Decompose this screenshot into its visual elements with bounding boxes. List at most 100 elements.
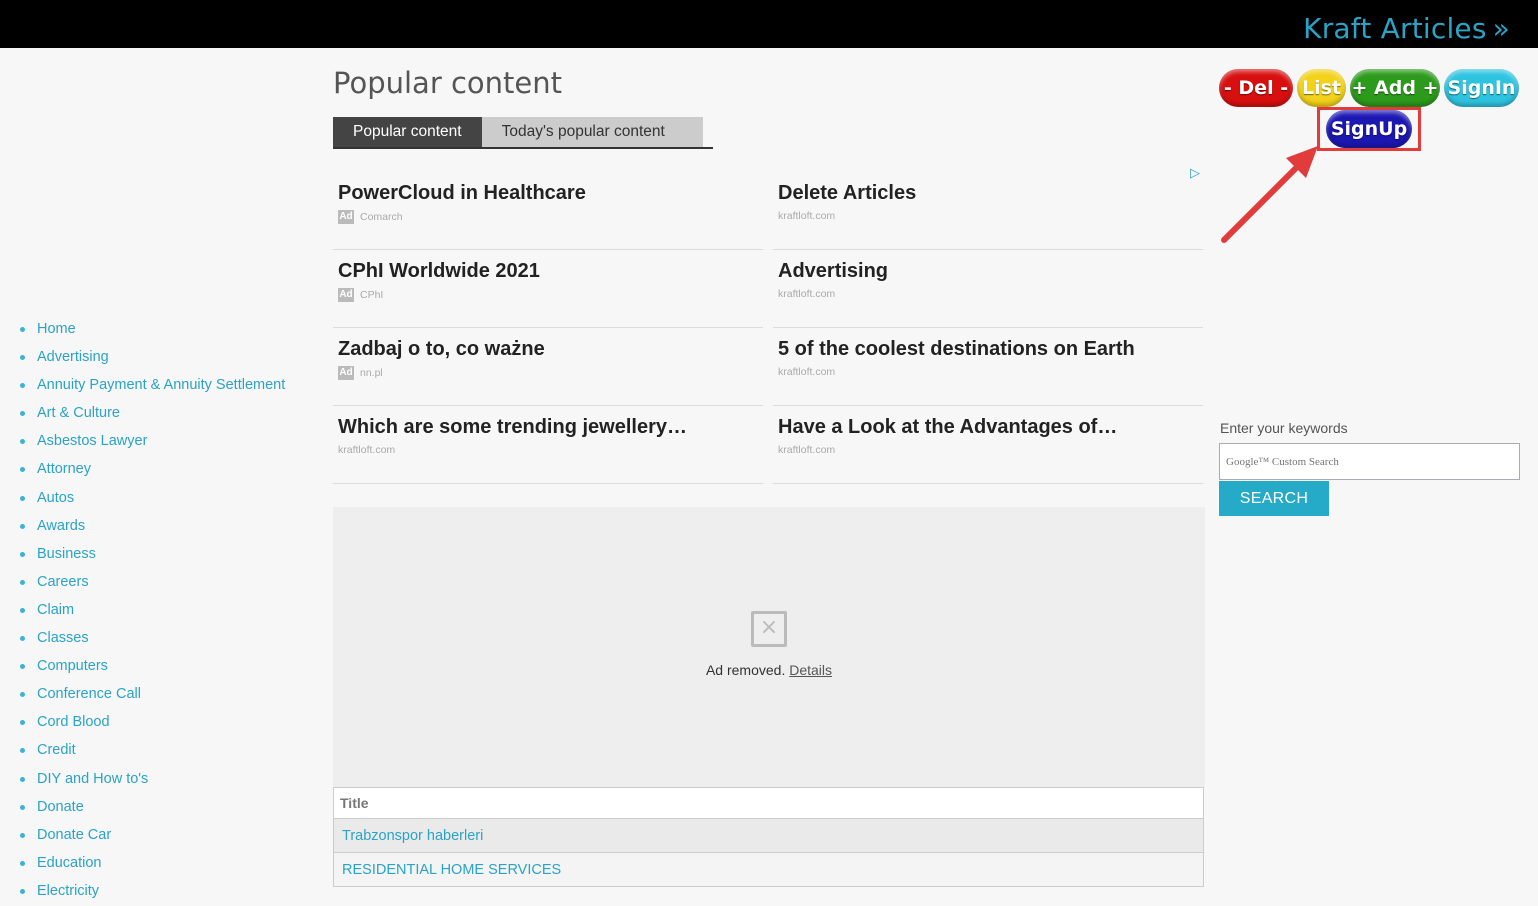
sidebar-link[interactable]: Education	[37, 855, 102, 871]
sidebar-link[interactable]: Cord Blood	[37, 714, 110, 730]
ad-title: 5 of the coolest destinations on Earth	[778, 338, 1135, 360]
ad-column-left: PowerCloud in Healthcare Ad Comarch CPhI …	[333, 172, 763, 484]
bullet-icon	[20, 411, 25, 417]
table-cell: RESIDENTIAL HOME SERVICES	[333, 852, 1204, 887]
top-bar: Kraft Articles»	[0, 0, 1538, 48]
ad-item[interactable]: 5 of the coolest destinations on Earth k…	[773, 328, 1203, 406]
ad-source-text: CPhI	[360, 289, 384, 301]
page-title: Popular content	[333, 66, 562, 100]
ad-title: Delete Articles	[778, 182, 917, 204]
sidebar-item-education: Education	[18, 850, 318, 878]
ad-badge: Ad	[338, 288, 354, 302]
bullet-icon	[20, 804, 25, 810]
keywords-label: Enter your keywords	[1220, 420, 1348, 436]
bullet-icon	[20, 720, 25, 726]
content-tabs: Popular content Today's popular content	[333, 117, 713, 149]
bullet-icon	[20, 664, 25, 670]
table-row: RESIDENTIAL HOME SERVICES	[333, 852, 1204, 887]
table-row-link[interactable]: RESIDENTIAL HOME SERVICES	[342, 862, 561, 878]
sidebar-item-classes: Classes	[18, 625, 318, 653]
sidebar-link[interactable]: Advertising	[37, 349, 109, 365]
bullet-icon	[20, 860, 25, 866]
sidebar-link[interactable]: Electricity	[37, 883, 99, 899]
bullet-icon	[20, 355, 25, 361]
ad-source-text: nn.pl	[360, 367, 383, 379]
sidebar-link[interactable]: DIY and How to's	[37, 771, 148, 787]
sidebar-item-computers: Computers	[18, 653, 318, 681]
table-cell: Trabzonspor haberleri	[333, 818, 1204, 853]
bullet-icon	[20, 636, 25, 642]
sidebar-link[interactable]: Classes	[37, 630, 89, 646]
sidebar-item-awards: Awards	[18, 513, 318, 541]
list-button[interactable]: List	[1297, 69, 1346, 107]
search-input[interactable]	[1219, 443, 1520, 480]
sidebar-item-art-culture: Art & Culture	[18, 400, 318, 428]
sidebar-link[interactable]: Conference Call	[37, 686, 141, 702]
search-button[interactable]: SEARCH	[1219, 481, 1329, 516]
sidebar-item-credit: Credit	[18, 737, 318, 765]
bullet-icon	[20, 579, 25, 585]
sidebar-item-attorney: Attorney	[18, 456, 318, 484]
sidebar-item-careers: Careers	[18, 569, 318, 597]
sidebar-link[interactable]: Credit	[37, 742, 76, 758]
sidebar-link[interactable]: Attorney	[37, 461, 91, 477]
ad-item[interactable]: Zadbaj o to, co ważne Ad nn.pl	[333, 328, 763, 406]
ad-source-text: kraftloft.com	[778, 444, 836, 456]
sidebar-link[interactable]: Awards	[37, 518, 85, 534]
ad-item[interactable]: Which are some trending jewellery… kraft…	[333, 406, 763, 484]
sidebar-link[interactable]: Asbestos Lawyer	[37, 433, 147, 449]
ad-badge: Ad	[338, 210, 354, 224]
ad-source-text: kraftloft.com	[778, 288, 836, 300]
site-title-link[interactable]: Kraft Articles»	[1303, 12, 1510, 45]
removed-ad-panel: × Ad removed. Details	[333, 507, 1205, 787]
ad-column-right: Delete Articles kraftloft.com Advertisin…	[773, 172, 1203, 484]
sidebar-item-advertising: Advertising	[18, 344, 318, 372]
ad-source: kraftloft.com	[778, 366, 1198, 378]
ad-item[interactable]: PowerCloud in Healthcare Ad Comarch	[333, 172, 763, 250]
sidebar-link[interactable]: Home	[37, 321, 76, 337]
ad-source: Ad nn.pl	[338, 366, 758, 380]
bullet-icon	[20, 832, 25, 838]
sidebar-item-donate-car: Donate Car	[18, 822, 318, 850]
tab-popular-content[interactable]: Popular content	[333, 117, 482, 147]
add-button[interactable]: + Add +	[1350, 69, 1440, 107]
sidebar-link[interactable]: Computers	[37, 658, 108, 674]
ad-source: Ad CPhI	[338, 288, 758, 302]
sidebar-link[interactable]: Careers	[37, 574, 89, 590]
ad-title: Zadbaj o to, co ważne	[338, 338, 545, 360]
bullet-icon	[20, 327, 25, 332]
table-row: Trabzonspor haberleri	[333, 818, 1204, 853]
delete-button[interactable]: - Del -	[1219, 69, 1293, 107]
sidebar-item-conference-call: Conference Call	[18, 681, 318, 709]
sidebar-item-donate: Donate	[18, 794, 318, 822]
table-header-title[interactable]: Title	[333, 787, 1204, 819]
sidebar-link[interactable]: Donate	[37, 799, 84, 815]
sidebar-link[interactable]: Donate Car	[37, 827, 111, 843]
category-sidebar: Home Advertising Annuity Payment & Annui…	[18, 316, 318, 906]
sidebar-item-annuity: Annuity Payment & Annuity Settlement	[18, 372, 318, 400]
sidebar-link[interactable]: Autos	[37, 490, 74, 506]
bullet-icon	[20, 888, 25, 894]
removed-ad-details-link[interactable]: Details	[789, 662, 832, 678]
sidebar-item-business: Business	[18, 541, 318, 569]
sidebar-link[interactable]: Art & Culture	[37, 405, 120, 421]
ad-item[interactable]: Delete Articles kraftloft.com	[773, 172, 1203, 250]
signin-button[interactable]: SignIn	[1444, 69, 1519, 107]
bullet-icon	[20, 439, 25, 445]
bullet-icon	[20, 776, 25, 782]
ad-source-text: kraftloft.com	[778, 366, 836, 378]
sidebar-link[interactable]: Business	[37, 546, 96, 562]
removed-ad-message: Ad removed. Details	[333, 662, 1205, 678]
bullet-icon	[20, 551, 25, 557]
ad-item[interactable]: Have a Look at the Advantages of… kraftl…	[773, 406, 1203, 484]
ad-source: kraftloft.com	[778, 288, 1198, 300]
sidebar-link[interactable]: Claim	[37, 602, 74, 618]
ad-title: PowerCloud in Healthcare	[338, 182, 586, 204]
table-row-link[interactable]: Trabzonspor haberleri	[342, 828, 483, 844]
ad-source: kraftloft.com	[338, 444, 758, 456]
ad-title: Which are some trending jewellery…	[338, 416, 687, 438]
sidebar-link[interactable]: Annuity Payment & Annuity Settlement	[37, 377, 285, 393]
tab-todays-popular-content[interactable]: Today's popular content	[481, 117, 703, 147]
ad-item[interactable]: CPhI Worldwide 2021 Ad CPhI	[333, 250, 763, 328]
ad-item[interactable]: Advertising kraftloft.com	[773, 250, 1203, 328]
